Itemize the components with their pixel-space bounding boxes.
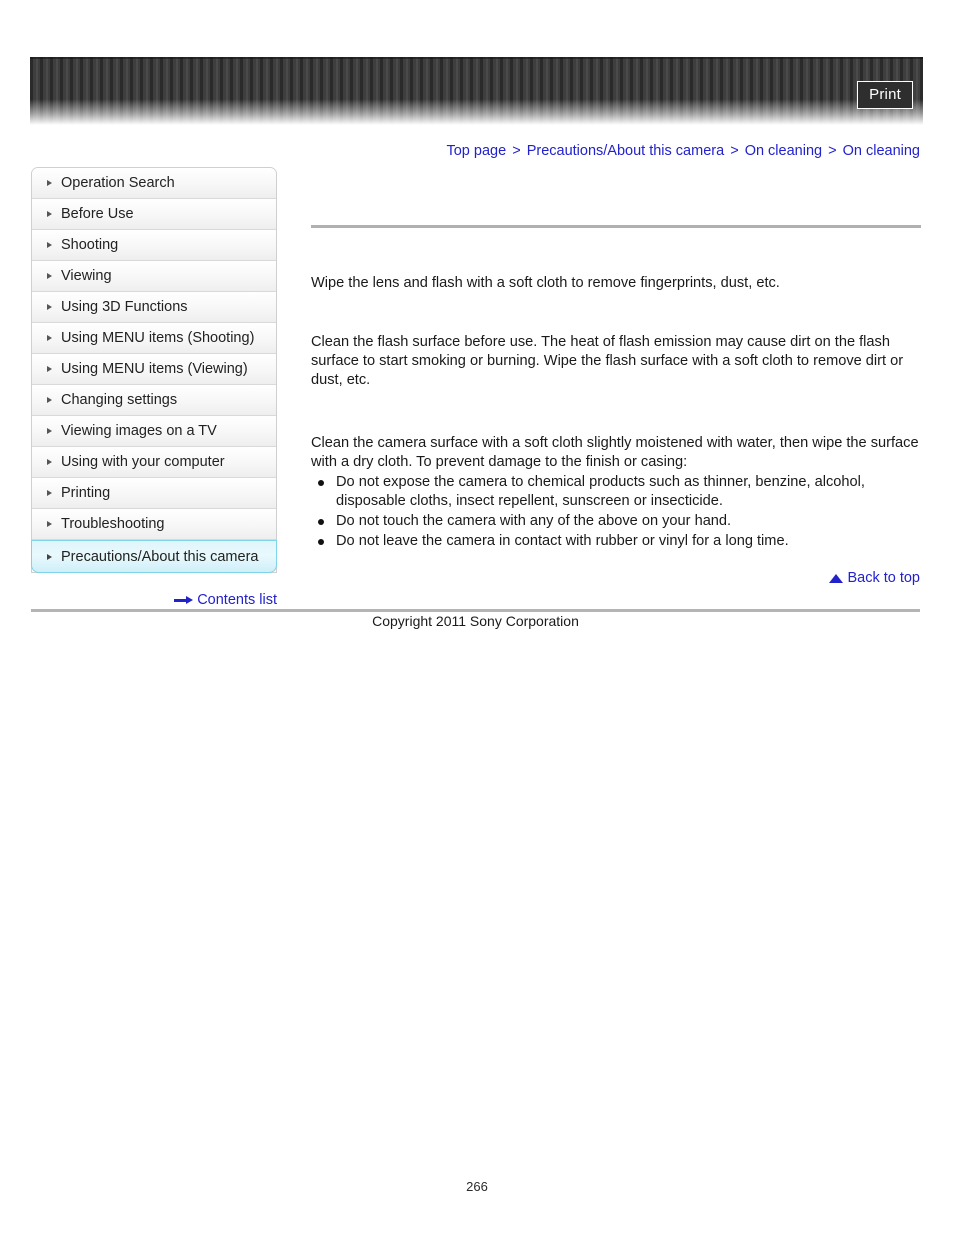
sidebar-item-viewing[interactable]: Viewing xyxy=(32,261,276,292)
contents-list-link[interactable]: Contents list xyxy=(174,592,277,608)
sidebar-item-label: Using MENU items (Shooting) xyxy=(61,330,255,346)
sidebar-item-label: Viewing xyxy=(61,268,112,284)
breadcrumb-item-top-page[interactable]: Top page xyxy=(446,143,506,159)
sidebar-item-label: Shooting xyxy=(61,237,119,253)
precaution-bullet-list: Do not expose the camera to chemical pro… xyxy=(311,473,921,551)
sidebar-item-label: Printing xyxy=(61,485,111,501)
content-divider xyxy=(311,225,921,228)
sidebar-item-using-menu-items-viewing[interactable]: Using MENU items (Viewing) xyxy=(32,354,276,385)
sidebar-item-label: Before Use xyxy=(61,206,134,222)
contents-list-label: Contents list xyxy=(197,592,277,608)
chevron-right-icon xyxy=(47,521,52,527)
list-item: Do not leave the camera in contact with … xyxy=(311,532,921,551)
sidebar-item-label: Troubleshooting xyxy=(61,516,165,532)
print-button[interactable]: Print xyxy=(857,81,913,109)
chevron-right-icon xyxy=(47,211,52,217)
sidebar-item-using-3d-functions[interactable]: Using 3D Functions xyxy=(32,292,276,323)
copyright-notice: Copyright 2011 Sony Corporation xyxy=(372,613,579,629)
sidebar-item-precautions-about-this-camera[interactable]: Precautions/About this camera xyxy=(31,540,277,573)
chevron-right-icon xyxy=(47,397,52,403)
chevron-right-icon xyxy=(47,553,52,560)
sidebar-item-label: Using with your computer xyxy=(61,454,225,470)
sidebar-item-shooting[interactable]: Shooting xyxy=(32,230,276,261)
sidebar-item-label: Precautions/About this camera xyxy=(61,549,259,565)
sidebar-item-using-menu-items-shooting[interactable]: Using MENU items (Shooting) xyxy=(32,323,276,354)
list-item: Do not touch the camera with any of the … xyxy=(311,512,921,531)
chevron-right-icon xyxy=(47,459,52,465)
breadcrumb-item-on-cleaning[interactable]: On cleaning xyxy=(745,143,822,159)
sidebar-item-label: Using MENU items (Viewing) xyxy=(61,361,248,377)
sidebar-item-viewing-images-on-a-tv[interactable]: Viewing images on a TV xyxy=(32,416,276,447)
paragraph-camera-surface: Clean the camera surface with a soft clo… xyxy=(311,435,919,470)
sidebar-item-printing[interactable]: Printing xyxy=(32,478,276,509)
chevron-right-icon xyxy=(47,242,52,248)
sidebar-item-changing-settings[interactable]: Changing settings xyxy=(32,385,276,416)
chevron-right-icon xyxy=(47,366,52,372)
list-item: Do not expose the camera to chemical pro… xyxy=(311,473,921,511)
chevron-right-icon xyxy=(47,335,52,341)
breadcrumb-item-precautions[interactable]: Precautions/About this camera xyxy=(527,143,724,159)
breadcrumb-item-on-cleaning-current[interactable]: On cleaning xyxy=(843,143,920,159)
breadcrumb-separator: > xyxy=(512,143,521,159)
header-banner: Print xyxy=(30,57,923,125)
sidebar-item-label: Using 3D Functions xyxy=(61,299,188,315)
banner-top-edge xyxy=(30,57,923,59)
chevron-right-icon xyxy=(47,304,52,310)
sidebar-item-using-with-your-computer[interactable]: Using with your computer xyxy=(32,447,276,478)
breadcrumb: Top page > Precautions/About this camera… xyxy=(446,143,920,159)
sidebar-item-label: Operation Search xyxy=(61,175,175,191)
sidebar-item-before-use[interactable]: Before Use xyxy=(32,199,276,230)
triangle-up-icon xyxy=(829,574,844,583)
breadcrumb-separator: > xyxy=(828,143,837,159)
chevron-right-icon xyxy=(47,273,52,279)
page-number: 266 xyxy=(466,1179,488,1194)
footer-divider xyxy=(31,609,920,612)
arrow-right-icon xyxy=(174,596,194,605)
sidebar-item-label: Viewing images on a TV xyxy=(61,423,217,439)
paragraph-lens-and-flash: Wipe the lens and flash with a soft clot… xyxy=(311,275,780,291)
back-to-top-link[interactable]: Back to top xyxy=(829,570,920,586)
breadcrumb-separator: > xyxy=(730,143,739,159)
back-to-top-label: Back to top xyxy=(847,570,920,586)
main-content: Wipe the lens and flash with a soft clot… xyxy=(311,215,921,551)
contents-list-row: Contents list xyxy=(31,592,277,608)
sidebar-item-operation-search[interactable]: Operation Search xyxy=(32,168,276,199)
paragraph-flash-surface: Clean the flash surface before use. The … xyxy=(311,334,904,388)
chevron-right-icon xyxy=(47,428,52,434)
sidebar-item-troubleshooting[interactable]: Troubleshooting xyxy=(32,509,276,540)
sidebar-navigation: Operation Search Before Use Shooting Vie… xyxy=(31,167,277,573)
chevron-right-icon xyxy=(47,180,52,186)
sidebar-item-label: Changing settings xyxy=(61,392,178,408)
chevron-right-icon xyxy=(47,490,52,496)
